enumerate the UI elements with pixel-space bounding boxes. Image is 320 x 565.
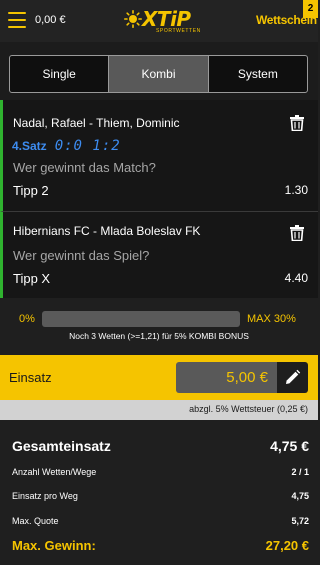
bonus-progress-bar: [42, 311, 240, 327]
tax-note: abzgl. 5% Wettsteuer (0,25 €): [189, 404, 308, 414]
app-header: 0,00 € XTiP SPORTWETTEN Wettschein 2: [0, 0, 318, 42]
bonus-max-label: MAX 30%: [247, 313, 296, 325]
bet-match-title: Hibernians FC - Mlada Boleslav FK: [13, 224, 201, 238]
account-balance[interactable]: 0,00 €: [35, 14, 66, 26]
sun-logo-icon: [124, 10, 142, 28]
bet-odds: 1.30: [284, 183, 308, 197]
menu-icon[interactable]: [8, 12, 26, 28]
trash-icon[interactable]: [290, 225, 304, 241]
bets-count-value: 2 / 1: [291, 467, 309, 477]
bet-market-question: Wer gewinnt das Match?: [13, 160, 156, 175]
bonus-note: Noch 3 Wetten (>=1,21) für 5% KOMBI BONU…: [69, 331, 249, 341]
tab-system[interactable]: System: [207, 56, 307, 92]
bet-selection: Tipp 2: [13, 183, 49, 198]
tax-note-bar: abzgl. 5% Wettsteuer (0,25 €): [0, 400, 318, 420]
kombi-bonus: 0% MAX 30% Noch 3 Wetten (>=1,21) für 5%…: [0, 298, 318, 354]
bet-match-title: Nadal, Rafael - Thiem, Dominic: [13, 116, 180, 130]
max-gain-value: 27,20 €: [265, 538, 309, 553]
logo-subtitle: SPORTWETTEN: [156, 28, 201, 34]
stake-per-way-label: Einsatz pro Weg: [12, 491, 78, 501]
bet-odds: 4.40: [284, 271, 308, 285]
bet-selection: Tipp X: [13, 271, 51, 286]
stake-label: Einsatz: [9, 370, 52, 385]
bets-count-label: Anzahl Wetten/Wege: [12, 467, 97, 477]
stake-bar: Einsatz 5,00 €: [0, 355, 318, 400]
tab-kombi[interactable]: Kombi: [108, 56, 208, 92]
pencil-icon: [286, 369, 301, 384]
bet-summary: Gesamteinsatz 4,75 € Anzahl Wetten/Wege …: [0, 420, 318, 565]
stake-input[interactable]: 5,00 €: [176, 362, 277, 393]
max-quote-label: Max. Quote: [12, 516, 59, 526]
total-stake-label: Gesamteinsatz: [12, 438, 111, 454]
betslip-count-badge: 2: [303, 0, 318, 18]
bet-item: Hibernians FC - Mlada Boleslav FK Wer ge…: [0, 211, 318, 298]
tab-single[interactable]: Single: [10, 56, 108, 92]
bet-type-bar: Single Kombi System: [0, 42, 318, 100]
max-gain-label: Max. Gewinn:: [12, 538, 96, 553]
bet-type-tabs: Single Kombi System: [9, 55, 308, 93]
xtip-logo[interactable]: XTiP SPORTWETTEN: [124, 6, 200, 36]
bet-item: Nadal, Rafael - Thiem, Dominic 4.Satz 0:…: [0, 100, 318, 211]
stake-per-way-value: 4,75: [291, 491, 309, 501]
total-stake-value: 4,75 €: [270, 438, 309, 454]
bet-market-question: Wer gewinnt das Spiel?: [13, 248, 150, 263]
live-score-value: 0:0 1:2: [54, 138, 121, 154]
bonus-min-label: 0%: [19, 313, 35, 325]
max-quote-value: 5,72: [291, 516, 309, 526]
edit-stake-button[interactable]: [277, 362, 308, 393]
live-score: 4.Satz 0:0 1:2: [12, 138, 121, 154]
trash-icon[interactable]: [290, 115, 304, 131]
live-set-label: 4.Satz: [12, 139, 47, 153]
